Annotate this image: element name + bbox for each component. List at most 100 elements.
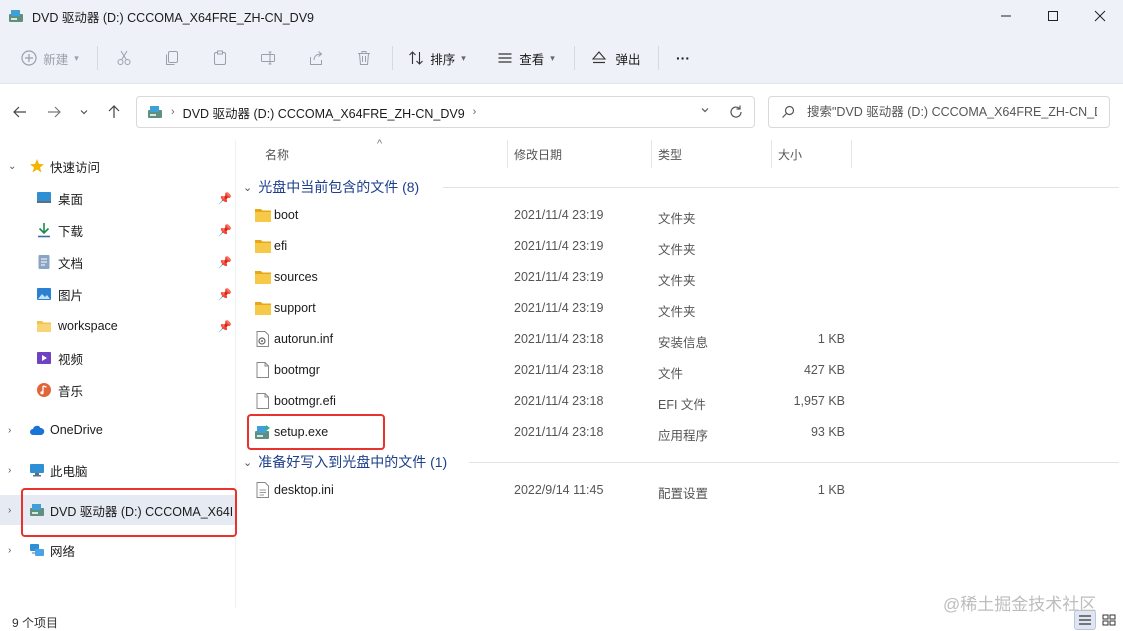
new-button[interactable]: 新建 ▾ [12,40,88,76]
sidebar-item-label: 视频 [58,352,84,367]
arrow-up-icon [108,105,120,118]
column-label: 大小 [778,147,803,162]
cut-button[interactable] [108,40,140,76]
column-divider[interactable] [651,140,652,168]
back-button[interactable] [8,100,32,124]
delete-icon [358,51,370,65]
column-divider[interactable] [507,140,508,168]
pin-icon[interactable]: 📌 [218,256,232,269]
title-bar: DVD 驱动器 (D:) CCCOMA_X64FRE_ZH-CN_DV9 [0,0,1123,32]
refresh-icon[interactable] [728,104,744,123]
paste-button[interactable] [204,40,236,76]
pin-icon[interactable]: 📌 [218,192,232,205]
chevron-down-icon[interactable]: ⌄ [243,181,252,194]
copy-button[interactable] [156,40,188,76]
group-header-ready-to-write[interactable]: ⌄ 准备好写入到光盘中的文件 (1) [243,451,1119,473]
file-row-sources[interactable]: sources 2021/11/4 23:19 文件夹 [237,262,1123,293]
eject-icon [592,51,607,64]
sidebar-item-downloads[interactable]: 下载 📌 [0,215,236,245]
file-size: 93 KB [810,425,845,439]
search-input[interactable] [807,105,1097,119]
column-header-size[interactable]: 大小 [778,140,848,168]
rename-button[interactable] [252,40,284,76]
sidebar-item-label: 快速访问 [50,160,101,175]
file-type: 文件夹 [658,274,696,288]
file-row-efi[interactable]: efi 2021/11/4 23:19 文件夹 [237,231,1123,262]
address-dropdown-icon[interactable] [700,105,710,118]
sidebar-item-workspace[interactable]: workspace 📌 [0,311,236,341]
dvd-drive-icon [30,504,44,516]
chevron-right-icon[interactable]: › [8,465,11,476]
delete-button[interactable] [348,40,380,76]
address-bar[interactable]: › DVD 驱动器 (D:) CCCOMA_X64FRE_ZH-CN_DV9 › [136,96,755,128]
file-row-support[interactable]: support 2021/11/4 23:19 文件夹 [237,293,1123,324]
group-title: 准备好写入到光盘中的文件 (1) [258,454,448,470]
maximize-button[interactable] [1030,0,1076,32]
sort-button[interactable]: 排序 ▾ [402,40,472,76]
tiles-view-button[interactable] [1098,610,1120,630]
column-divider[interactable] [851,140,852,168]
sidebar-item-this-pc[interactable]: › 此电脑 [0,455,236,485]
sidebar-item-pictures[interactable]: 图片 📌 [0,279,236,309]
column-header-type[interactable]: 类型 [658,140,768,168]
file-size: 1 KB [817,332,845,346]
file-date: 2021/11/4 23:19 [514,208,604,222]
more-options-button[interactable]: ··· [668,40,698,76]
minimize-button[interactable] [983,0,1029,32]
eject-button[interactable]: 弹出 [586,40,646,76]
sidebar-item-dvd-drive[interactable]: › DVD 驱动器 (D:) CCCOMA_X64F [0,495,236,525]
sidebar-item-onedrive[interactable]: › OneDrive [0,415,236,445]
network-icon [30,544,44,556]
file-type: 文件 [658,367,684,381]
pin-icon[interactable]: 📌 [218,320,232,333]
file-row-boot[interactable]: boot 2021/11/4 23:19 文件夹 [237,200,1123,231]
file-type: 配置设置 [658,487,709,501]
dvd-drive-icon [9,10,23,22]
group-divider [443,187,1119,188]
view-button[interactable]: 查看 ▾ [490,40,562,76]
file-list-view: ^ 名称 修改日期 类型 大小 ⌄ 光盘中当前包含的文件 (8) boot 20… [237,138,1123,608]
file-row-setup-exe[interactable]: setup.exe 2021/11/4 23:18 应用程序 93 KB [237,417,1123,448]
chevron-right-icon[interactable]: › [473,106,477,118]
setup-exe-icon [255,425,270,439]
search-box[interactable] [768,96,1110,128]
sidebar-item-music[interactable]: 音乐 [0,375,236,405]
music-icon [37,383,51,397]
column-header-modified[interactable]: 修改日期 [514,140,654,168]
group-header-current-files[interactable]: ⌄ 光盘中当前包含的文件 (8) [243,176,1119,198]
chevron-right-icon[interactable]: › [8,545,11,556]
recent-locations-button[interactable] [74,100,94,124]
sidebar-item-videos[interactable]: 视频 [0,343,236,373]
breadcrumb-dvd-drive[interactable]: DVD 驱动器 (D:) CCCOMA_X64FRE_ZH-CN_DV9 [183,103,465,122]
close-button[interactable] [1077,0,1123,32]
forward-button[interactable] [42,100,66,124]
chevron-right-icon: › [171,106,175,118]
column-divider[interactable] [771,140,772,168]
file-row-bootmgr-efi[interactable]: bootmgr.efi 2021/11/4 23:18 EFI 文件 1,957… [237,386,1123,417]
column-header-name[interactable]: 名称 [265,140,505,168]
pictures-icon [37,288,51,300]
sidebar-item-desktop[interactable]: 桌面 📌 [0,183,236,213]
share-button[interactable] [300,40,332,76]
pin-icon[interactable]: 📌 [218,288,232,301]
file-date: 2021/11/4 23:18 [514,363,604,377]
sidebar-item-documents[interactable]: 文档 📌 [0,247,236,277]
toolbar-divider [97,46,98,70]
file-row-bootmgr[interactable]: bootmgr 2021/11/4 23:18 文件 427 KB [237,355,1123,386]
file-row-desktop-ini[interactable]: desktop.ini 2022/9/14 11:45 配置设置 1 KB [237,475,1123,506]
sidebar-item-label: 音乐 [58,384,84,399]
chevron-down-icon[interactable]: ⌄ [8,161,16,172]
file-type: 应用程序 [658,429,709,443]
pin-icon[interactable]: 📌 [218,224,232,237]
chevron-down-icon[interactable]: ⌄ [243,456,252,469]
sidebar-item-quick-access[interactable]: ⌄ 快速访问 [0,151,236,181]
up-button[interactable] [102,100,126,124]
file-row-autorun[interactable]: autorun.inf 2021/11/4 23:18 安装信息 1 KB [237,324,1123,355]
file-date: 2021/11/4 23:19 [514,270,604,284]
chevron-right-icon[interactable]: › [8,425,11,436]
chevron-right-icon[interactable]: › [8,505,11,516]
folder-icon [255,240,271,253]
search-icon [782,105,795,118]
sidebar-item-network[interactable]: › 网络 [0,535,236,565]
file-date: 2021/11/4 23:19 [514,239,604,253]
